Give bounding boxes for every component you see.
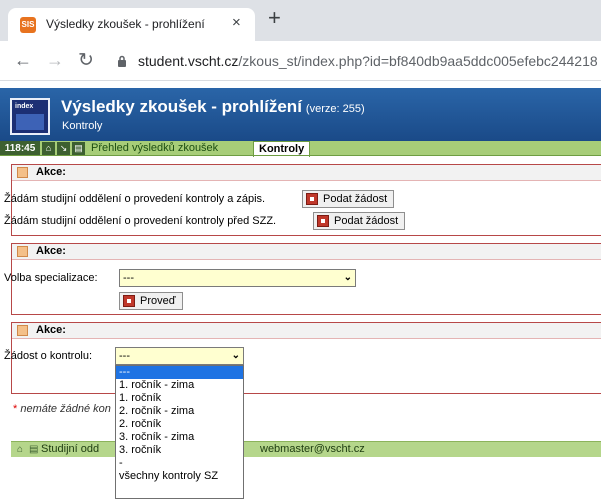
execute-button[interactable]: Proveď [119,292,183,310]
tab-prehled[interactable]: Přehled výsledků zkoušek [91,142,218,154]
action-icon [17,167,28,178]
chevron-down-icon: ⌄ [343,272,352,283]
panel-label: Akce: [36,245,66,257]
option-item[interactable]: 3. ročník - zima [116,431,243,444]
specialization-select[interactable]: --- ⌄ [119,269,356,287]
specialization-label: Volba specializace: [4,272,98,284]
action-panel-control: Akce: [11,322,601,394]
request-row-text-1: Žádám studijní oddělení o provedení kont… [4,193,266,205]
panel-label: Akce: [36,166,66,178]
webmaster-email-link[interactable]: webmaster@vscht.cz [260,443,365,455]
sis-favicon-icon: SIS [20,17,36,33]
control-request-label: Žádost o kontrolu: [4,350,93,362]
arrow-down-icon[interactable]: ↘ [57,142,70,155]
tab-title: Výsledky zkoušek - prohlížení [46,17,205,31]
option-item[interactable]: --- [116,366,243,379]
url-host: student.vscht.cz [138,53,239,69]
footer-bar: ⌂ ▤ Studijní odd webmaster@vscht.cz [11,441,601,457]
footer-department: Studijní odd [41,443,100,455]
control-request-select[interactable]: --- ⌄ [115,347,244,365]
version-label: (verze: 255) [305,103,365,115]
browser-navbar: ← → ↻ student.vscht.cz/zkous_st/index.ph… [0,41,601,81]
session-time: 118:45 [0,141,40,156]
forward-arrow-icon[interactable]: → [46,50,64,71]
submit-request-button-2[interactable]: Podat žádost [313,212,406,230]
submit-request-button-1[interactable]: Podat žádost [302,190,395,208]
home-icon[interactable]: ⌂ [17,444,23,455]
url-path: /zkous_st/index.php?id=bf840db9aa5ddc005… [238,53,598,69]
print-icon[interactable]: ▤ [29,444,38,455]
option-item[interactable]: 1. ročník - zima [116,379,243,392]
print-icon[interactable]: ▤ [72,142,85,155]
control-request-options[interactable]: --- 1. ročník - zima 1. ročník 2. ročník… [115,365,244,499]
home-icon[interactable]: ⌂ [42,142,55,155]
option-item[interactable]: všechny kontroly SZ [116,470,243,483]
option-item[interactable]: 2. ročník [116,418,243,431]
chevron-down-icon: ⌄ [231,350,240,361]
new-tab-button[interactable]: + [268,6,281,30]
page-subtitle: Kontroly [62,120,103,132]
logo-text: index [15,103,34,110]
close-tab-icon[interactable]: × [232,14,241,31]
reload-icon[interactable]: ↻ [78,49,94,72]
form-icon [317,215,329,227]
option-item[interactable]: 3. ročník [116,444,243,457]
tab-bar: 118:45 ⌂ ↘ ▤ Přehled výsledků zkoušek Ko… [0,141,601,157]
action-icon [17,246,28,257]
browser-tab[interactable]: SIS Výsledky zkoušek - prohlížení × [8,8,255,41]
action-icon [17,325,28,336]
address-bar[interactable]: student.vscht.cz/zkous_st/index.php?id=b… [138,53,598,69]
option-item[interactable]: - [116,457,243,470]
browser-tabstrip: SIS Výsledky zkoušek - prohlížení × + [0,0,601,41]
option-item[interactable]: 1. ročník [116,392,243,405]
index-logo-icon: index [10,98,50,135]
lock-icon [118,55,126,67]
no-controls-note: * nemáte žádné kon [13,403,111,415]
form-icon [306,193,318,205]
page-title-text: Výsledky zkoušek - prohlížení [61,97,302,116]
option-item[interactable]: 2. ročník - zima [116,405,243,418]
back-arrow-icon[interactable]: ← [14,50,32,71]
panel-label: Akce: [36,324,66,336]
form-icon [123,295,135,307]
request-row-text-2: Žádám studijní oddělení o provedení kont… [4,215,277,227]
page-title: Výsledky zkoušek - prohlížení (verze: 255… [61,97,365,117]
